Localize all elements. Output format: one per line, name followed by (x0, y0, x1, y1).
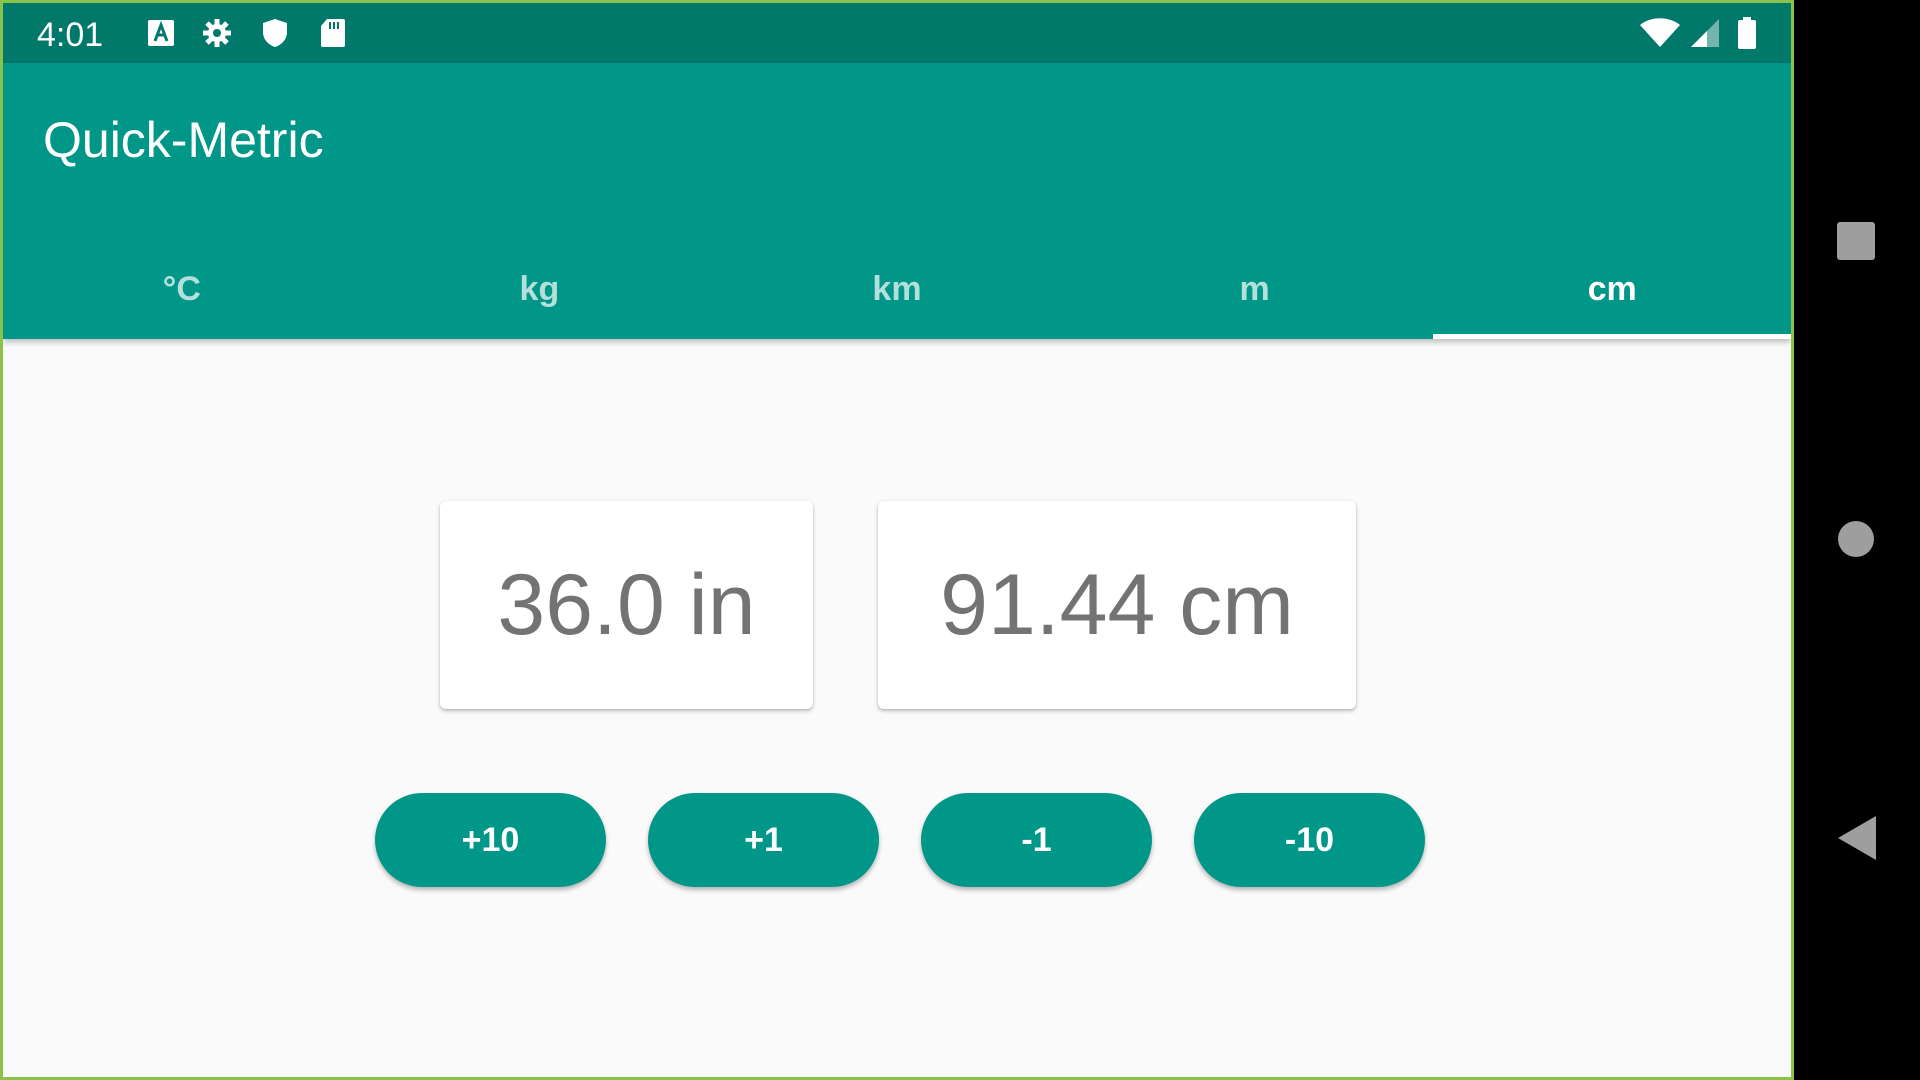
tab-kilometers[interactable]: km (718, 239, 1076, 339)
tab-label: cm (1587, 269, 1637, 308)
minus-one-button[interactable]: -1 (921, 793, 1152, 887)
tab-label: °C (162, 269, 201, 308)
settings-gear-icon (203, 19, 231, 47)
system-nav-bar (1794, 0, 1920, 1080)
status-time: 4:01 (37, 16, 104, 54)
recents-square-icon (1837, 222, 1875, 260)
input-value: 36.0 in (497, 556, 756, 653)
tab-centimeters[interactable]: cm (1433, 239, 1791, 339)
recents-button[interactable] (1826, 211, 1886, 271)
sd-card-icon (321, 19, 345, 47)
plus-one-button[interactable]: +1 (648, 793, 879, 887)
tab-label: kg (519, 269, 560, 308)
status-bar: 4:01 (3, 3, 1791, 63)
input-value-card[interactable]: 36.0 in (440, 501, 813, 709)
plus-ten-button[interactable]: +10 (375, 793, 606, 887)
home-circle-icon (1838, 521, 1874, 557)
tab-kilograms[interactable]: kg (361, 239, 719, 339)
converter-content: 36.0 in 91.44 cm +10 +1 -1 -10 (3, 339, 1791, 1077)
back-triangle-icon (1838, 816, 1876, 860)
wifi-icon (1640, 18, 1680, 47)
cell-signal-icon (1691, 19, 1719, 47)
device-frame: 4:01 Quick-Metric °C kg km m cm 36.0 in … (0, 0, 1920, 1080)
home-button[interactable] (1826, 509, 1886, 569)
output-value: 91.44 cm (940, 556, 1294, 653)
minus-ten-button[interactable]: -10 (1194, 793, 1425, 887)
shield-icon (263, 19, 287, 47)
output-value-card: 91.44 cm (878, 501, 1356, 709)
tab-label: m (1239, 269, 1270, 308)
back-button[interactable] (1826, 808, 1886, 868)
text-a-icon (148, 20, 174, 46)
battery-icon (1738, 17, 1756, 49)
tab-celsius[interactable]: °C (3, 239, 361, 339)
app-toolbar: Quick-Metric °C kg km m cm (3, 63, 1791, 339)
app-title: Quick-Metric (43, 112, 324, 168)
tab-meters[interactable]: m (1076, 239, 1434, 339)
app-screen: 4:01 Quick-Metric °C kg km m cm 36.0 in … (0, 0, 1794, 1080)
tab-label: km (872, 269, 922, 308)
unit-tab-bar: °C kg km m cm (3, 239, 1791, 339)
